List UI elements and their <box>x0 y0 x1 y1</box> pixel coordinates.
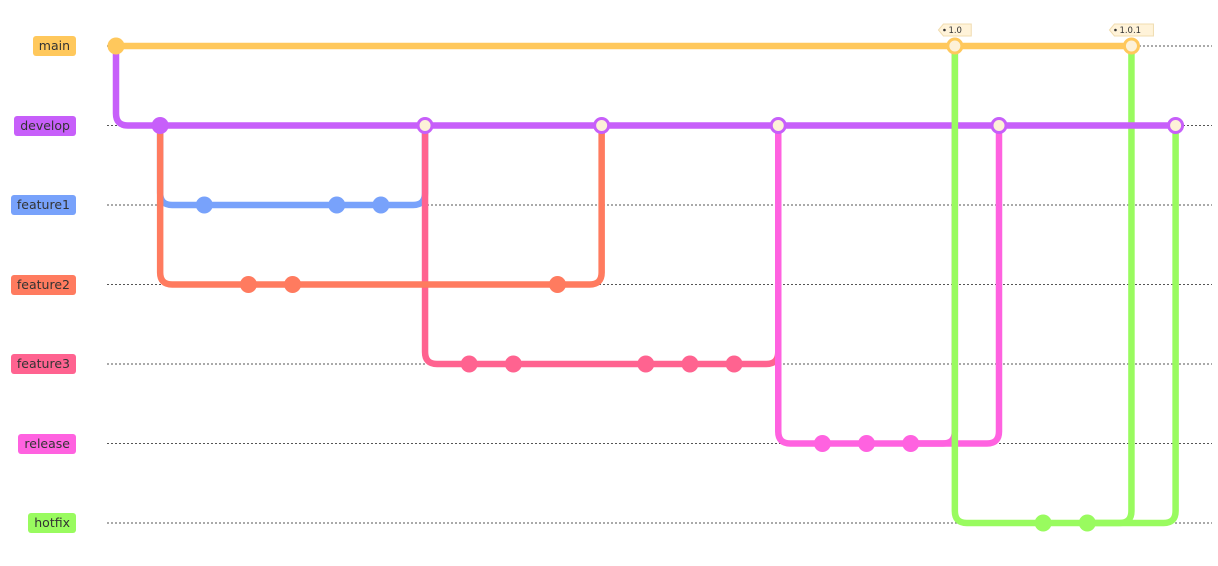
commit-feature1[interactable] <box>372 196 390 214</box>
edge-branch-feature3 <box>421 122 473 368</box>
edge-branch-feature1 <box>156 122 208 209</box>
commit-hotfix[interactable] <box>1034 514 1052 532</box>
commit-feature1[interactable] <box>328 196 346 214</box>
edge-branch-develop <box>112 42 164 129</box>
tag-1.0.1: 1.0.1 <box>1108 23 1154 37</box>
merge-commit-develop[interactable] <box>769 117 787 134</box>
commit-feature2[interactable] <box>239 276 257 293</box>
commit-feature3[interactable] <box>725 355 743 373</box>
commit-release[interactable] <box>813 435 831 452</box>
commit-feature3[interactable] <box>460 355 478 373</box>
tag-1.0: 1.0 <box>937 23 972 37</box>
git-graph: 1.0 1.0.1 <box>107 23 1212 532</box>
branch-label-develop: develop <box>14 115 76 136</box>
tag-hole-icon <box>943 28 946 32</box>
merge-commit-develop[interactable] <box>990 117 1008 134</box>
merge-commit-develop[interactable] <box>416 117 434 134</box>
merge-commit-main[interactable] <box>1122 37 1140 55</box>
commit-main[interactable] <box>107 37 125 55</box>
merge-commit-develop[interactable] <box>593 117 611 134</box>
commit-hotfix[interactable] <box>1078 514 1096 532</box>
edge-merge-feature1-into-develop <box>377 122 429 209</box>
commit-feature2[interactable] <box>284 276 302 293</box>
commit-feature3[interactable] <box>504 355 522 373</box>
merge-commit-develop[interactable] <box>1167 117 1185 134</box>
commit-release[interactable] <box>858 435 876 452</box>
branch-label-hotfix: hotfix <box>28 513 76 533</box>
edge-merge-feature3-into-develop <box>730 122 782 368</box>
commit-feature3[interactable] <box>637 355 655 373</box>
commit-release[interactable] <box>902 435 920 452</box>
commit-feature3[interactable] <box>681 355 699 373</box>
tag-label: 1.0.1 <box>1119 26 1141 36</box>
tag-label: 1.0 <box>948 26 962 36</box>
branch-label-main: main <box>32 36 76 56</box>
branch-label-feature1: feature1 <box>10 195 76 215</box>
tag-hole-icon <box>1114 28 1117 32</box>
branch-label-feature2: feature2 <box>10 274 76 295</box>
tags: 1.0 1.0.1 <box>937 23 1154 37</box>
branch-label-release: release <box>18 433 76 454</box>
commit-develop[interactable] <box>151 117 169 134</box>
commit-feature2[interactable] <box>549 276 566 293</box>
branch-label-feature3: feature3 <box>10 354 76 374</box>
commit-feature1[interactable] <box>195 196 213 214</box>
merge-commit-main[interactable] <box>946 37 964 55</box>
edge-merge-release-into-main <box>907 42 959 447</box>
